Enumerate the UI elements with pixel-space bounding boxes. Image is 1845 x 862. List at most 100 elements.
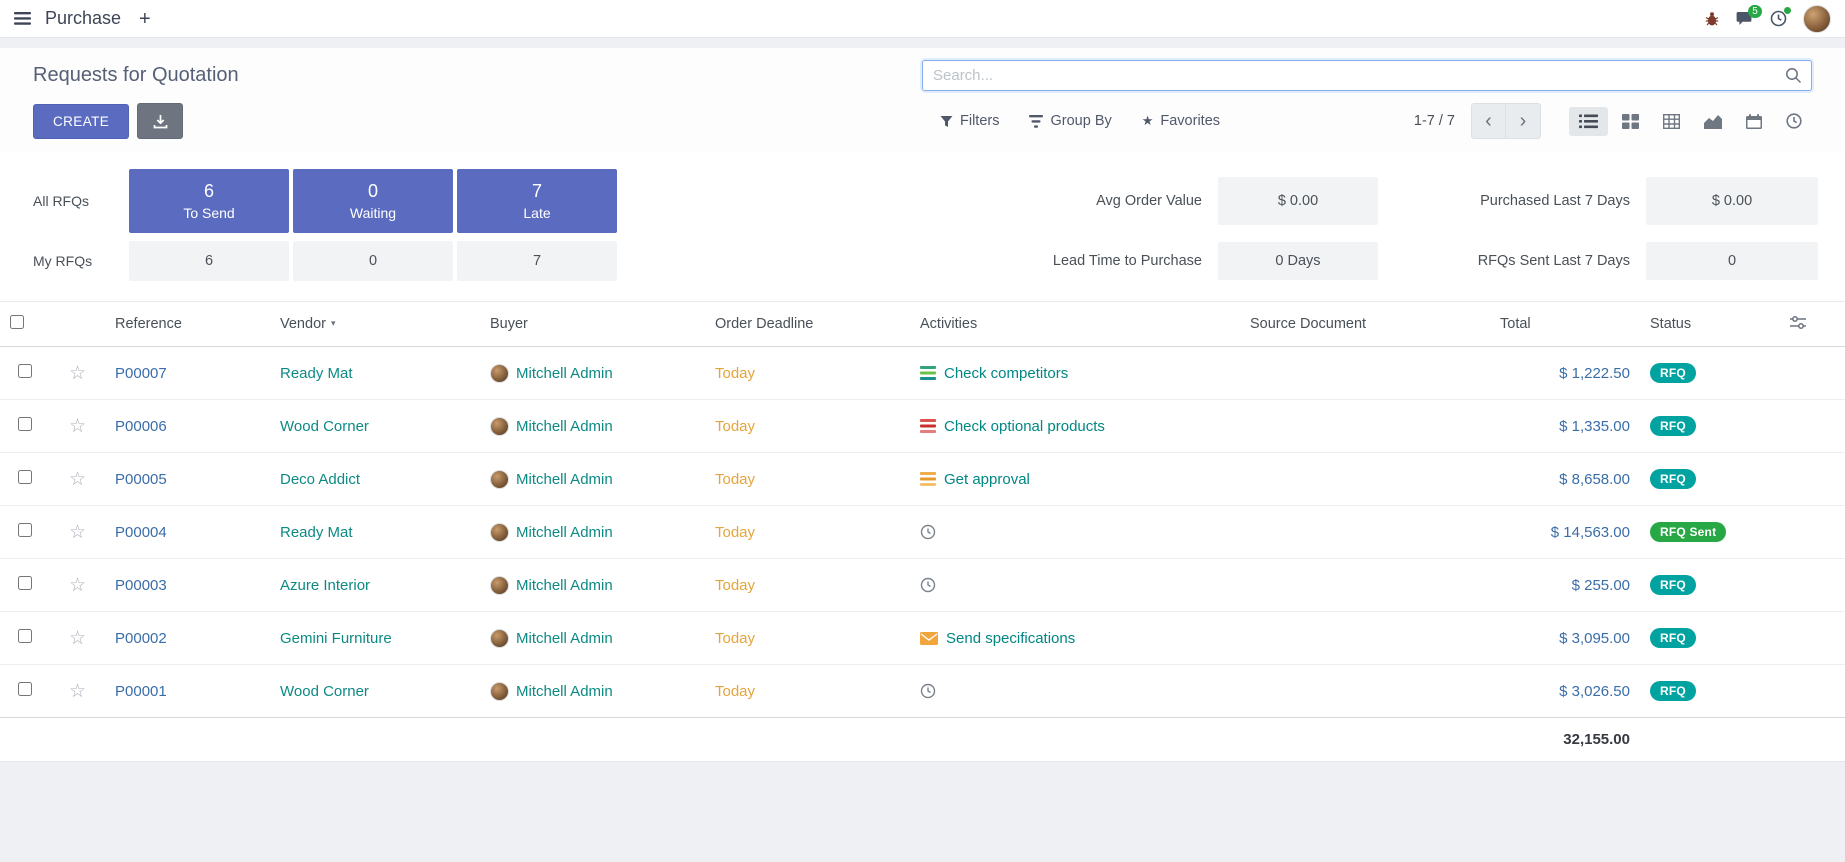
tile-waiting[interactable]: 0 Waiting — [293, 169, 453, 233]
select-all-checkbox[interactable] — [10, 315, 24, 329]
header-total[interactable]: Total — [1490, 302, 1640, 347]
reference-link[interactable]: P00005 — [115, 471, 167, 488]
buyer-link[interactable]: Mitchell Admin — [516, 683, 613, 700]
rfq-row[interactable]: ☆ P00002 Gemini Furniture Mitchell Admin… — [0, 612, 1845, 665]
activity-button[interactable]: Check competitors — [920, 365, 1230, 382]
row-checkbox[interactable] — [18, 523, 32, 537]
activity-button[interactable] — [920, 683, 1230, 699]
my-waiting-tile[interactable]: 0 — [293, 241, 453, 281]
vendor-link[interactable]: Gemini Furniture — [280, 630, 392, 647]
header-vendor[interactable]: Vendor▾ — [270, 302, 480, 347]
activity-button[interactable] — [920, 577, 1230, 593]
to-send-count: 6 — [204, 181, 214, 202]
header-order-deadline[interactable]: Order Deadline — [705, 302, 910, 347]
activity-button[interactable] — [920, 524, 1230, 540]
group-by-menu[interactable]: Group By — [1029, 113, 1111, 129]
favorite-star-icon[interactable]: ☆ — [69, 681, 86, 702]
export-download-button[interactable] — [137, 103, 183, 139]
rfq-row[interactable]: ☆ P00004 Ready Mat Mitchell Admin Today … — [0, 506, 1845, 559]
activity-view-button[interactable] — [1776, 106, 1812, 136]
vendor-link[interactable]: Azure Interior — [280, 577, 370, 594]
header-status[interactable]: Status — [1640, 302, 1780, 347]
rfq-row[interactable]: ☆ P00005 Deco Addict Mitchell Admin Toda… — [0, 453, 1845, 506]
graph-view-button[interactable] — [1694, 107, 1732, 136]
header-reference[interactable]: Reference — [105, 302, 270, 347]
reference-link[interactable]: P00002 — [115, 630, 167, 647]
debug-bug-icon[interactable] — [1704, 11, 1720, 27]
my-late-tile[interactable]: 7 — [457, 241, 617, 281]
total-amount: $ 3,026.50 — [1559, 683, 1630, 700]
filters-menu[interactable]: Filters — [940, 113, 999, 129]
buyer-link[interactable]: Mitchell Admin — [516, 365, 613, 382]
pivot-view-button[interactable] — [1653, 107, 1690, 136]
vendor-link[interactable]: Wood Corner — [280, 683, 369, 700]
top-gap — [0, 38, 1845, 48]
pager-next-button[interactable]: › — [1506, 103, 1541, 139]
create-button[interactable]: CREATE — [33, 104, 129, 139]
reference-link[interactable]: P00007 — [115, 365, 167, 382]
vendor-link[interactable]: Wood Corner — [280, 418, 369, 435]
rfq-row[interactable]: ☆ P00006 Wood Corner Mitchell Admin Toda… — [0, 400, 1845, 453]
buyer-link[interactable]: Mitchell Admin — [516, 418, 613, 435]
favorites-menu[interactable]: ★ Favorites — [1142, 113, 1220, 129]
list-view-button[interactable] — [1569, 107, 1608, 136]
total-amount: $ 8,658.00 — [1559, 471, 1630, 488]
optional-columns-button[interactable] — [1780, 302, 1845, 347]
row-checkbox[interactable] — [18, 682, 32, 696]
row-checkbox[interactable] — [18, 470, 32, 484]
rfqs-sent-last-7-days: 0 — [1646, 242, 1818, 280]
activity-button[interactable]: Check optional products — [920, 418, 1230, 435]
buyer-avatar — [490, 523, 509, 542]
row-checkbox[interactable] — [18, 364, 32, 378]
app-name[interactable]: Purchase — [45, 8, 121, 29]
row-checkbox[interactable] — [18, 629, 32, 643]
rfq-row[interactable]: ☆ P00007 Ready Mat Mitchell Admin Today … — [0, 347, 1845, 400]
schedule-clock-icon — [920, 683, 936, 699]
buyer-link[interactable]: Mitchell Admin — [516, 630, 613, 647]
favorite-star-icon[interactable]: ☆ — [69, 575, 86, 596]
waiting-label: Waiting — [350, 205, 396, 221]
favorite-star-icon[interactable]: ☆ — [69, 522, 86, 543]
reference-link[interactable]: P00004 — [115, 524, 167, 541]
vendor-link[interactable]: Ready Mat — [280, 524, 353, 541]
calendar-view-button[interactable] — [1736, 107, 1772, 136]
header-activities[interactable]: Activities — [910, 302, 1240, 347]
kanban-view-button[interactable] — [1612, 107, 1649, 136]
tile-to-send[interactable]: 6 To Send — [129, 169, 289, 233]
row-checkbox[interactable] — [18, 576, 32, 590]
activity-label: Send specifications — [946, 630, 1075, 647]
reference-link[interactable]: P00003 — [115, 577, 167, 594]
header-source-document[interactable]: Source Document — [1240, 302, 1490, 347]
reference-link[interactable]: P00001 — [115, 683, 167, 700]
search-bar[interactable] — [922, 60, 1812, 91]
favorite-star-icon[interactable]: ☆ — [69, 363, 86, 384]
buyer-link[interactable]: Mitchell Admin — [516, 471, 613, 488]
rfq-row[interactable]: ☆ P00001 Wood Corner Mitchell Admin Toda… — [0, 665, 1845, 718]
buyer-link[interactable]: Mitchell Admin — [516, 524, 613, 541]
apps-menu-icon[interactable] — [14, 12, 31, 25]
search-icon[interactable] — [1776, 67, 1811, 84]
header-buyer[interactable]: Buyer — [480, 302, 705, 347]
order-deadline: Today — [715, 577, 755, 594]
favorite-star-icon[interactable]: ☆ — [69, 416, 86, 437]
reference-link[interactable]: P00006 — [115, 418, 167, 435]
tile-late[interactable]: 7 Late — [457, 169, 617, 233]
vendor-link[interactable]: Deco Addict — [280, 471, 360, 488]
buyer-link[interactable]: Mitchell Admin — [516, 577, 613, 594]
rfq-row[interactable]: ☆ P00003 Azure Interior Mitchell Admin T… — [0, 559, 1845, 612]
vendor-link[interactable]: Ready Mat — [280, 365, 353, 382]
user-avatar[interactable] — [1803, 5, 1831, 33]
activities-clock-icon[interactable] — [1770, 10, 1787, 27]
my-to-send-tile[interactable]: 6 — [129, 241, 289, 281]
pager-previous-button[interactable]: ‹ — [1471, 103, 1506, 139]
new-record-plus-icon[interactable]: + — [135, 9, 155, 29]
favorite-star-icon[interactable]: ☆ — [69, 469, 86, 490]
search-input[interactable] — [923, 61, 1776, 90]
activity-button[interactable]: Get approval — [920, 471, 1230, 488]
row-checkbox[interactable] — [18, 417, 32, 431]
activity-button[interactable]: Send specifications — [920, 630, 1230, 647]
favorite-star-icon[interactable]: ☆ — [69, 628, 86, 649]
all-rfqs-label: All RFQs — [33, 193, 129, 209]
status-badge: RFQ — [1650, 363, 1696, 383]
messages-icon[interactable]: 5 — [1736, 11, 1754, 27]
